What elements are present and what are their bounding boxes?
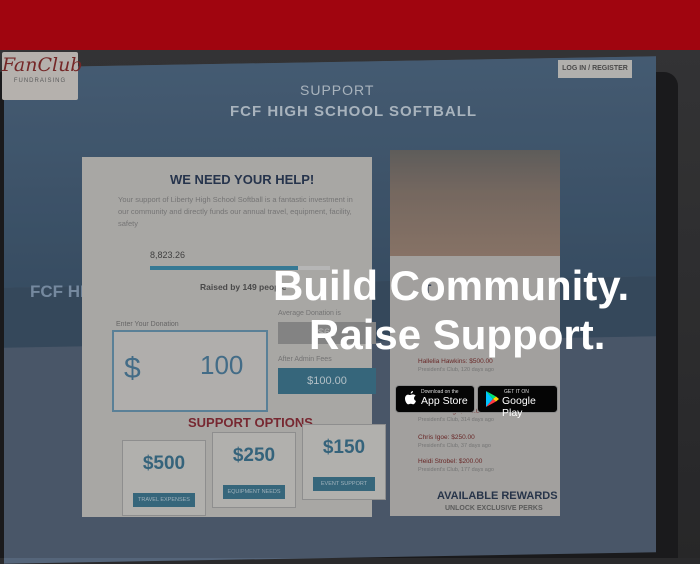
google-play-icon <box>486 391 499 407</box>
google-play-badge[interactable]: GET IT ON Google Play <box>477 385 558 419</box>
apple-icon <box>405 391 416 405</box>
app-store-label: App Store <box>421 395 468 407</box>
app-store-badge[interactable]: Download on the App Store <box>395 385 475 413</box>
top-banner <box>0 0 700 50</box>
headline-raise-support: Raise Support. <box>309 311 606 358</box>
headline-build-community: Build Community. <box>273 262 630 309</box>
google-play-label: Google Play <box>502 395 536 419</box>
